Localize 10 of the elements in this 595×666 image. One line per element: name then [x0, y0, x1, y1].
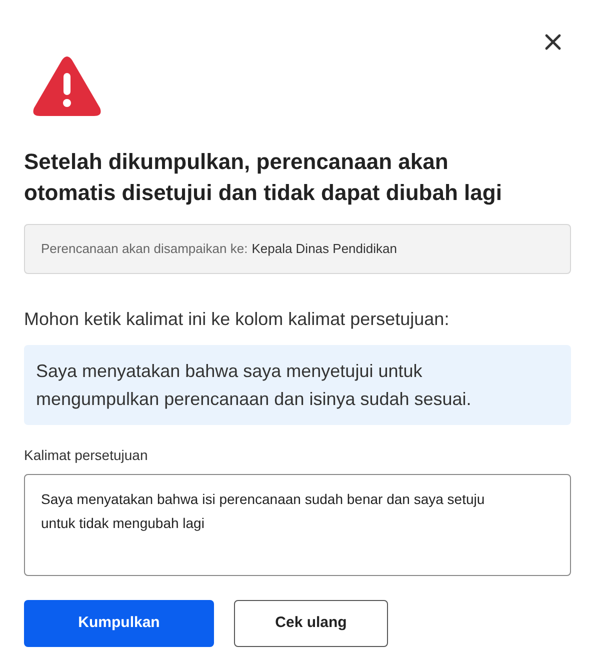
dialog-title: Setelah dikumpulkan, perencanaan akan otomatis disetujui dan tidak dapat diubah lagi: [24, 148, 503, 207]
recipient-label: Perencanaan akan disampaikan ke:: [41, 240, 248, 258]
agreement-field[interactable]: Saya menyatakan bahwa isi perencanaan sudah benar dan saya setuju untuk tidak mengubah lagi: [24, 474, 571, 576]
instruction-text: Mohon ketik kalimat ini ke kolom kalimat persetujuan:: [24, 308, 450, 331]
sentence-text: Saya menyatakan bahwa saya menyetujui untuk mengumpulkan perencanaan dan isinya sudah sesuai.: [36, 361, 472, 409]
submit-button[interactable]: Kumpulkan: [24, 600, 214, 647]
warning-icon: [32, 56, 102, 118]
recipient-value: Kepala Dinas Pendidikan: [252, 240, 397, 258]
field-label: Kalimat persetujuan: [24, 446, 149, 465]
review-button[interactable]: Cek ulang: [234, 600, 388, 647]
